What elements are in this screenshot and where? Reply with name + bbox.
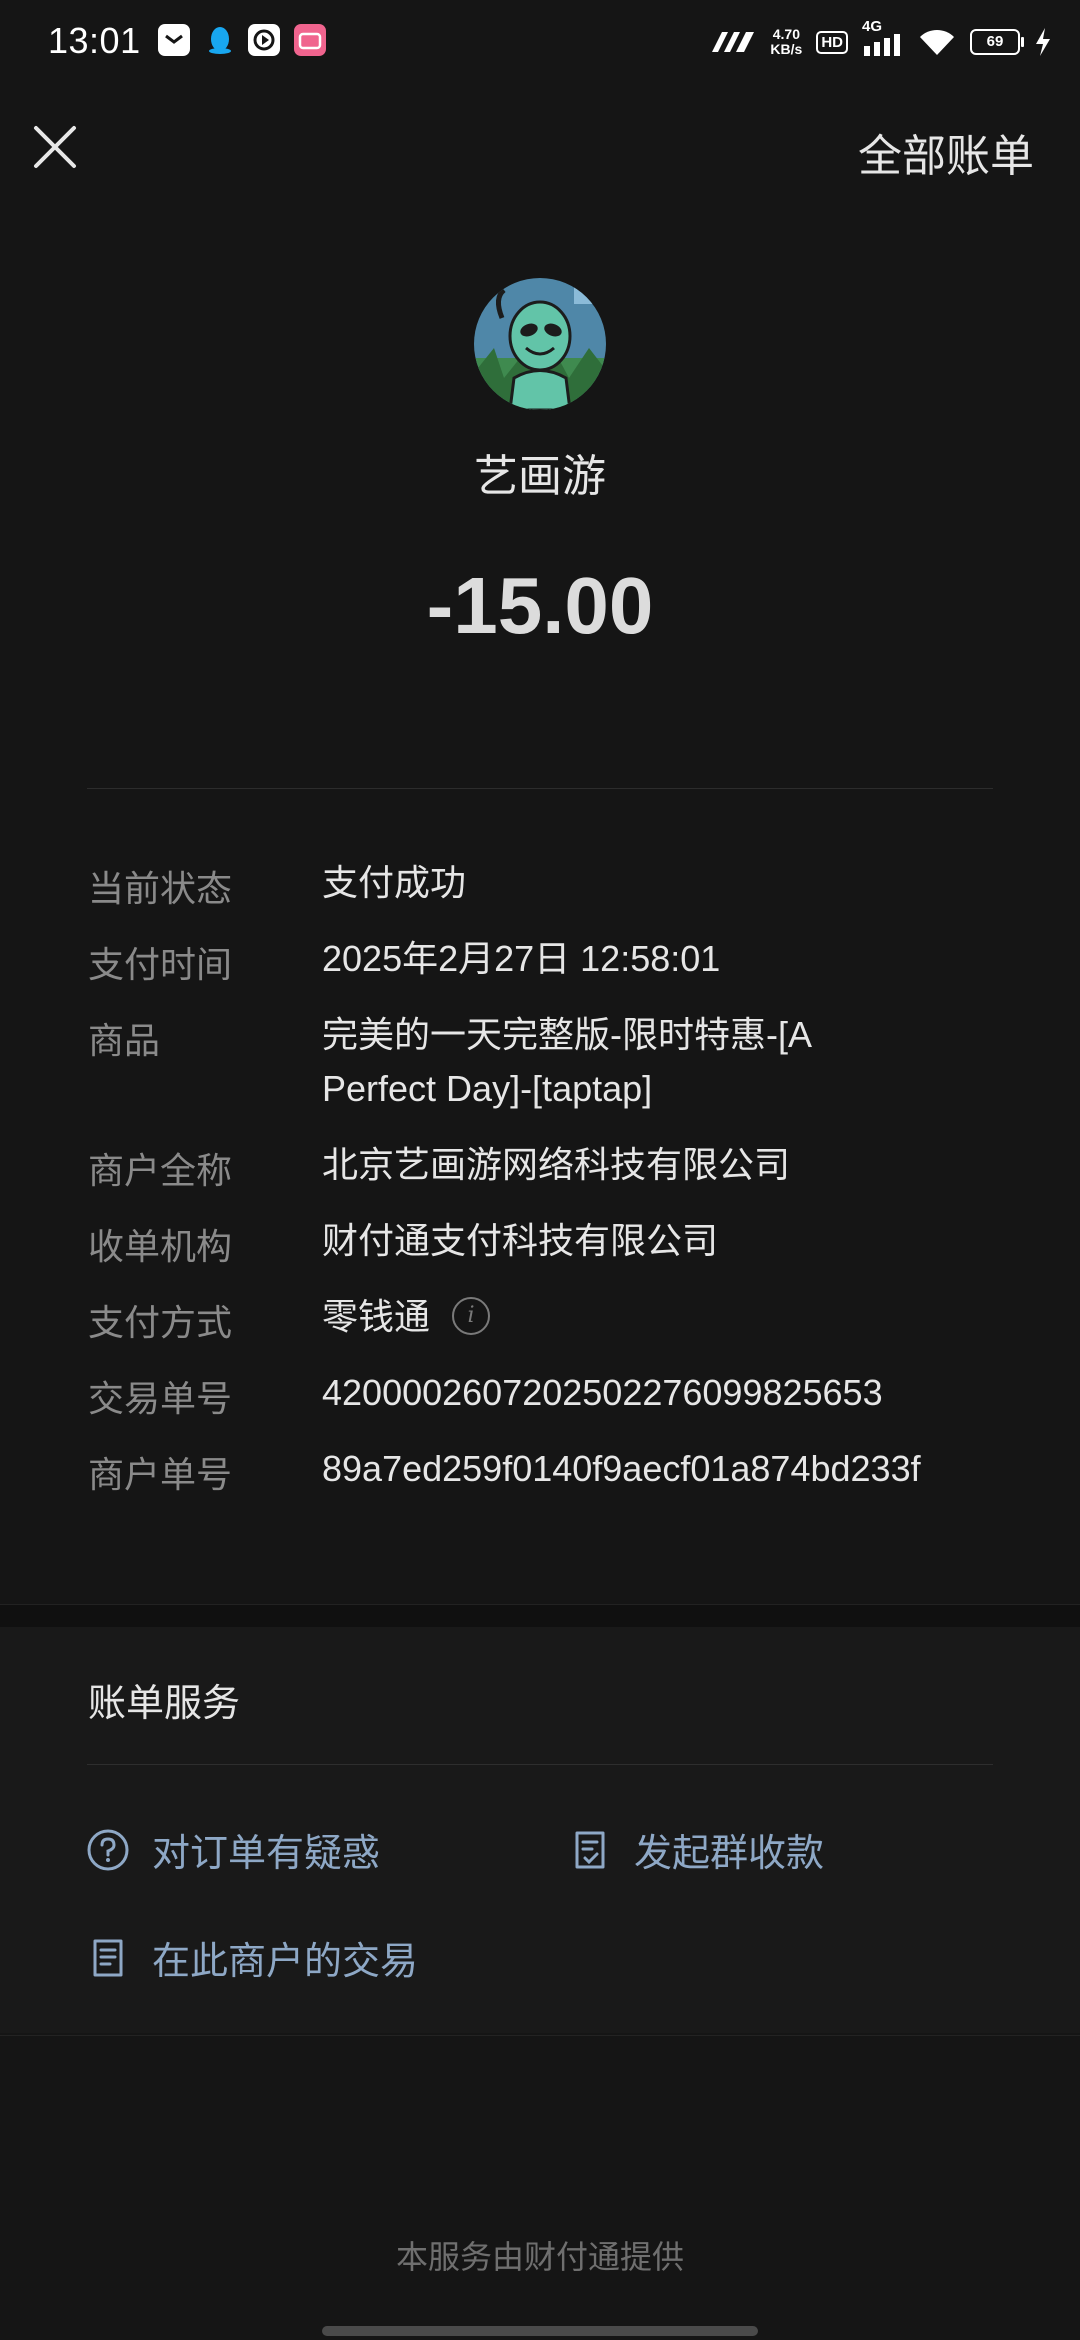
net-speed: 4.70 KB/s [770, 27, 802, 57]
charging-icon [1036, 28, 1050, 56]
document-list-icon [93, 1939, 123, 1976]
all-bills-link[interactable]: 全部账单 [858, 120, 1034, 184]
merchant-name: 艺画游 [474, 452, 606, 501]
detail-value-product: 完美的一天完整版-限时特惠-[A Perfect Day]-[taptap] [322, 1014, 811, 1109]
bill-service-title: 账单服务 [88, 1683, 241, 1725]
close-icon [34, 126, 76, 168]
detail-label-pay-time: 支付时间 [88, 944, 233, 985]
detail-value-acquirer: 财付通支付科技有限公司 [322, 1220, 719, 1261]
detail-label-pay-method: 支付方式 [88, 1302, 233, 1343]
pay-method-text: 零钱通 [322, 1296, 431, 1337]
service-divider [87, 1764, 993, 1765]
wifi-icon [920, 29, 954, 55]
info-icon[interactable]: i [452, 1297, 491, 1336]
detail-value-merchant-order-id: 89a7ed259f0140f9aecf01a874bd233f [322, 1448, 921, 1489]
close-button[interactable] [28, 120, 82, 174]
status-right-group: 4.70 KB/s HD 4G 69 [710, 18, 1052, 62]
net-speed-value: 4.70 [772, 26, 800, 42]
cellular-icon: 4G [862, 18, 904, 60]
group-collect-label: 发起群收款 [634, 1833, 825, 1875]
detail-label-merchant-full-name: 商户全称 [88, 1150, 233, 1191]
net-speed-unit: KB/s [770, 41, 803, 57]
detail-value-merchant-full-name: 北京艺画游网络科技有限公司 [322, 1144, 791, 1185]
status-time: 13:01 [48, 20, 141, 61]
section-separator [0, 1604, 1080, 1628]
question-circle-icon [87, 1829, 129, 1870]
payment-amount: -15.00 [426, 561, 654, 650]
video-player-icon [248, 24, 280, 56]
home-indicator[interactable] [322, 2326, 758, 2336]
detail-value-pay-method: 零钱通 i [322, 1290, 1002, 1344]
detail-value-status: 支付成功 [322, 862, 467, 903]
order-question-link[interactable]: 对订单有疑惑 [86, 1822, 380, 1877]
detail-label-acquirer: 收单机构 [88, 1226, 233, 1267]
group-collect-link[interactable]: 发起群收款 [568, 1822, 824, 1877]
qq-penguin-icon [204, 24, 236, 56]
receipt-check-icon [575, 1831, 605, 1868]
status-bar: 13:01 4.70 KB/s HD 4G 69 [0, 0, 1080, 84]
signal-icon [712, 32, 755, 52]
bottom-area [0, 2035, 1080, 2340]
detail-value-pay-time: 2025年2月27日 12:58:01 [322, 938, 721, 979]
hd-badge: HD [816, 30, 848, 54]
divider [87, 788, 993, 789]
order-question-label: 对订单有疑惑 [152, 1833, 381, 1875]
detail-label-merchant-order-id: 商户单号 [88, 1454, 233, 1495]
battery-indicator: 69 [970, 29, 1024, 55]
footer-provider-text: 本服务由财付通提供 [395, 2239, 684, 2275]
merchant-transactions-label: 在此商户的交易 [152, 1941, 419, 1983]
detail-label-product: 商品 [88, 1020, 161, 1061]
detail-label-transaction-id: 交易单号 [88, 1378, 233, 1419]
bilibili-icon [294, 24, 326, 56]
merchant-avatar [474, 278, 606, 410]
merchant-transactions-link[interactable]: 在此商户的交易 [86, 1930, 418, 1985]
bill-detail-page: 13:01 4.70 KB/s HD 4G 69 全部账单 艺画游 -15.00… [0, 0, 1080, 2340]
message-icon [158, 24, 190, 56]
detail-label-status: 当前状态 [88, 868, 233, 909]
detail-value-transaction-id: 4200002607202502276099825653 [322, 1372, 883, 1413]
